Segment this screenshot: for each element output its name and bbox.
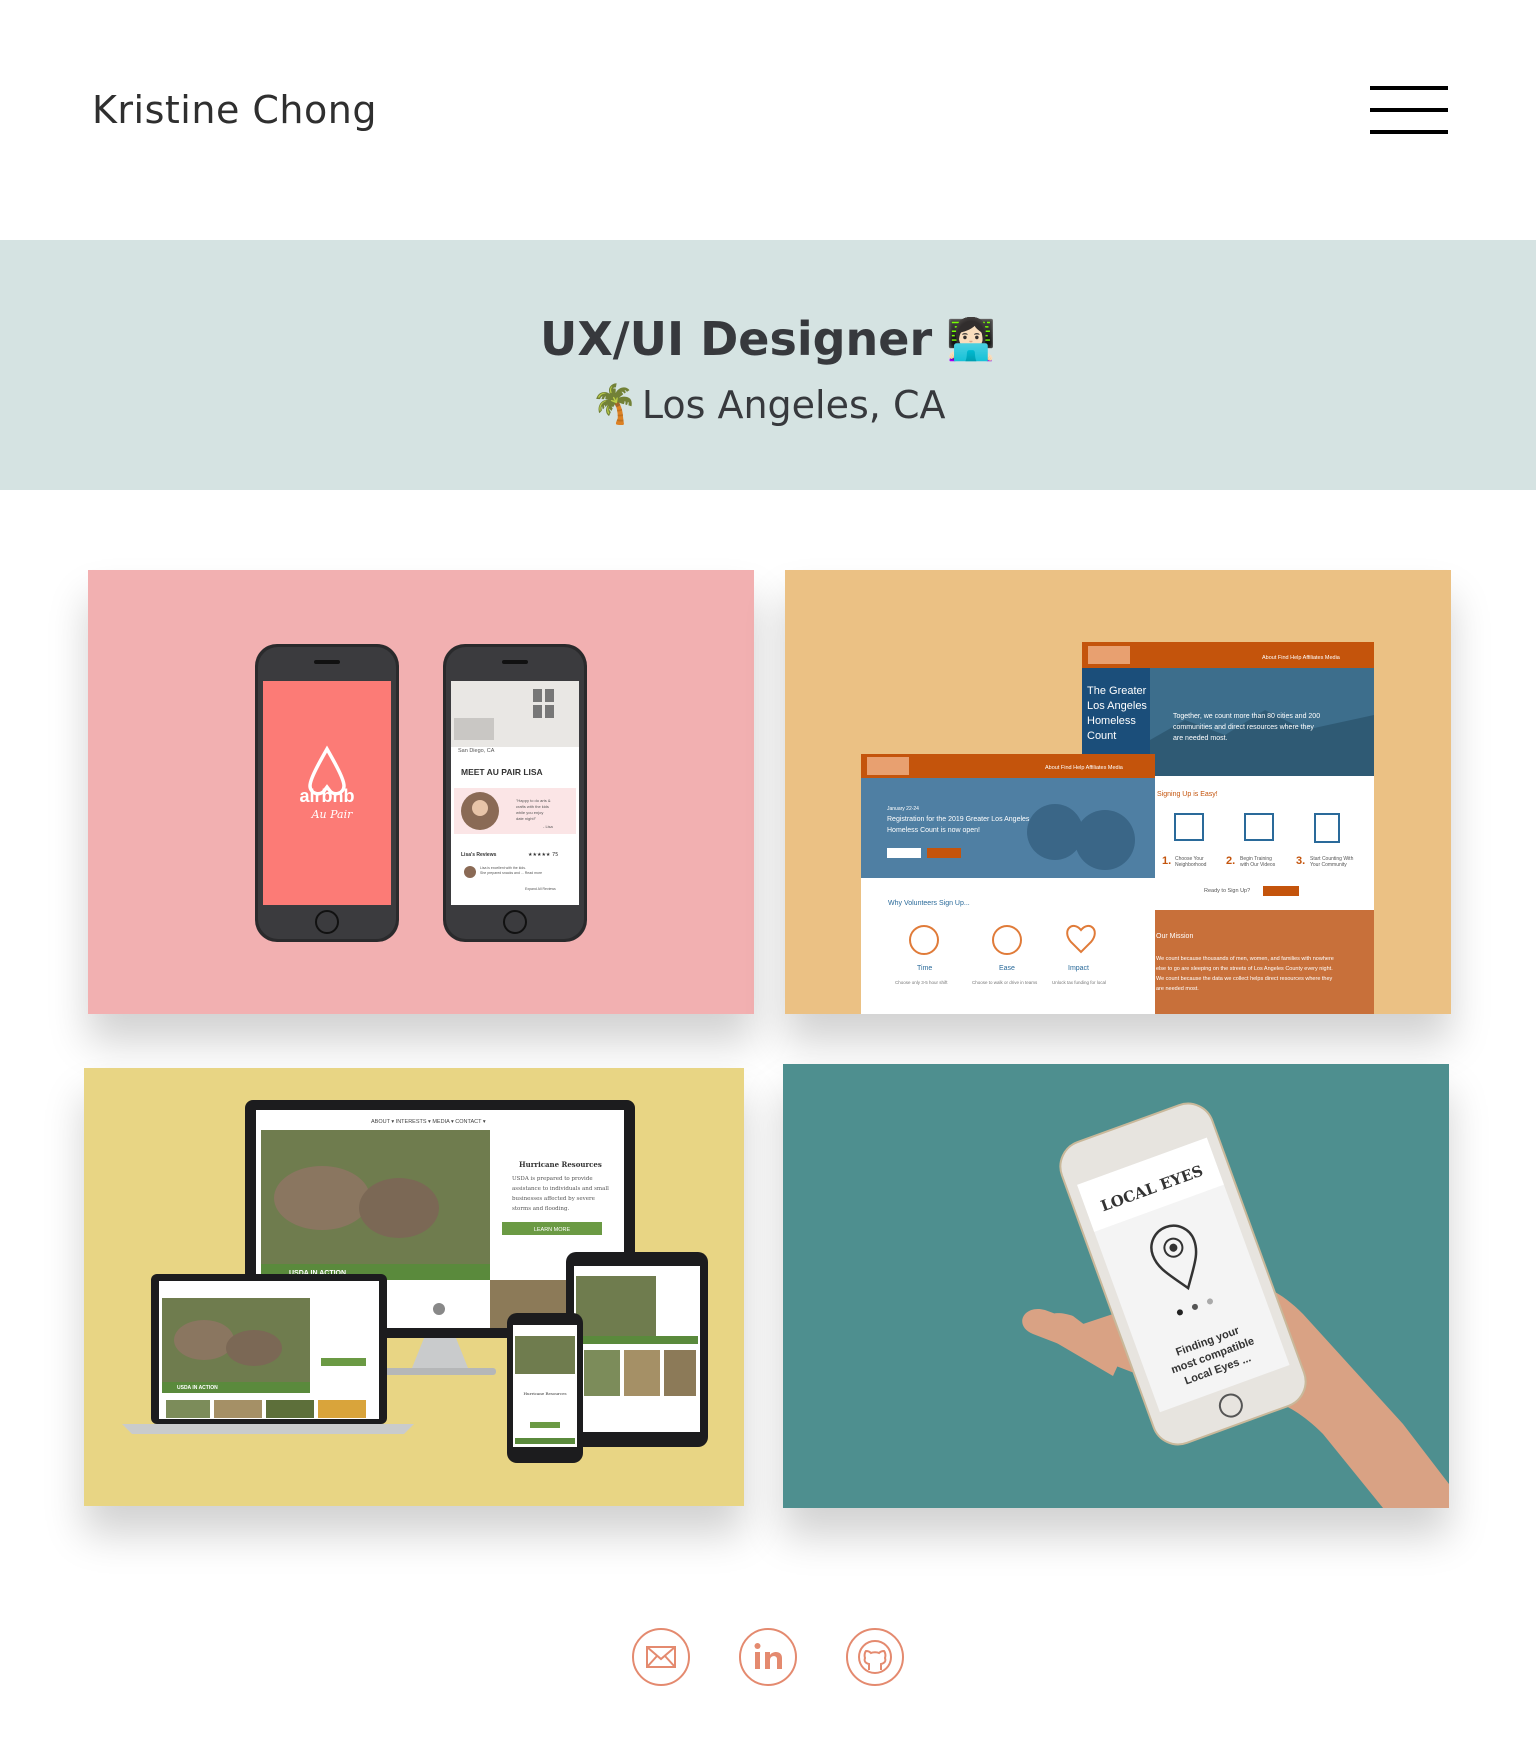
email-icon[interactable]	[632, 1628, 690, 1686]
palm-tree-emoji: 🌴	[590, 382, 638, 426]
linkedin-icon[interactable]	[739, 1628, 797, 1686]
lahsa-front-page: About Find Help Affiliates Media January…	[861, 754, 1155, 1014]
site-header: Kristine Chong	[0, 0, 1536, 240]
svg-text:Ease: Ease	[999, 965, 1015, 972]
project-card-usda[interactable]: ABOUT ▾ INTERESTS ▾ MEDIA ▾ CONTACT ▾ US…	[84, 1068, 744, 1506]
svg-text:else to go are sleeping on the: else to go are sleeping on the streets o…	[1156, 966, 1333, 972]
svg-text:are needed most.: are needed most.	[1156, 986, 1199, 992]
svg-text:LEARN MORE: LEARN MORE	[534, 1227, 571, 1233]
phone-splash: airbnb Au Pair	[255, 644, 399, 942]
svg-text:Signing Up is Easy!: Signing Up is Easy!	[1157, 791, 1218, 798]
project-card-localeyes[interactable]: LOCAL EYES Finding your most compatible …	[783, 1064, 1449, 1508]
airbnb-bg	[88, 570, 754, 1014]
svg-text:Time: Time	[917, 965, 932, 972]
svg-text:Your Community: Your Community	[1310, 862, 1347, 868]
svg-text:Impact: Impact	[1068, 965, 1089, 972]
svg-text:Unlock tax funding for local: Unlock tax funding for local	[1052, 980, 1106, 985]
svg-text:Lisa is excellent with the kid: Lisa is excellent with the kids.	[480, 866, 526, 870]
svg-text:"Happy to do arts &: "Happy to do arts &	[516, 798, 551, 803]
hero-title: UX/UI Designer	[539, 312, 933, 366]
phone-profile: San Diego, CA MEET AU PAIR LISA "Happy t…	[443, 644, 587, 942]
svg-text:San Diego, CA: San Diego, CA	[458, 748, 495, 754]
svg-text:Ready to Sign Up?: Ready to Sign Up?	[1204, 888, 1250, 894]
profile-title: MEET AU PAIR LISA	[461, 767, 543, 777]
svg-text:January 22-24: January 22-24	[887, 806, 919, 812]
hero-location-row: 🌴 Los Angeles, CA	[0, 382, 1536, 427]
svg-text:assistance to individuals and: assistance to individuals and small	[512, 1186, 609, 1192]
svg-text:while you enjoy: while you enjoy	[516, 810, 543, 815]
airbnb-logo-sub: Au Pair	[311, 808, 354, 821]
svg-text:businesses affected by severe: businesses affected by severe	[512, 1196, 595, 1202]
svg-text:1.: 1.	[1162, 855, 1171, 867]
svg-text:storms and flooding.: storms and flooding.	[512, 1206, 569, 1212]
svg-text:crafts with the kids: crafts with the kids	[516, 804, 549, 809]
usda-phone: Hurricane Resources	[507, 1313, 583, 1463]
svg-text:Together, we count more than 8: Together, we count more than 80 cities a…	[1173, 713, 1320, 720]
svg-text:Expand All Reviews: Expand All Reviews	[525, 887, 556, 891]
svg-text:We count because the data we c: We count because the data we collect hel…	[1156, 976, 1333, 982]
project-card-airbnb[interactable]: airbnb Au Pair San Diego, CA MEET AU PAI…	[88, 570, 754, 1014]
svg-text:USDA IN ACTION: USDA IN ACTION	[177, 1385, 218, 1391]
site-brand[interactable]: Kristine Chong	[92, 88, 377, 132]
airbnb-mockup: airbnb Au Pair San Diego, CA MEET AU PAI…	[88, 570, 754, 1014]
lahsa-mockup: About Find Help Affiliates Media The Gre…	[785, 570, 1451, 1014]
project-card-lahsa[interactable]: About Find Help Affiliates Media The Gre…	[785, 570, 1451, 1014]
svg-text:Homeless: Homeless	[1087, 715, 1136, 727]
svg-text:Hurricane Resources: Hurricane Resources	[519, 1160, 602, 1169]
technologist-emoji: 👩🏻‍💻	[946, 316, 996, 363]
svg-text:Neighborhood: Neighborhood	[1175, 862, 1207, 868]
svg-text:communities and direct resourc: communities and direct resources where t…	[1173, 724, 1314, 731]
svg-text:Lisa's Reviews: Lisa's Reviews	[461, 852, 497, 858]
svg-text:3.: 3.	[1296, 855, 1305, 867]
svg-text:Our Mission: Our Mission	[1156, 933, 1193, 940]
svg-text:- Lisa: - Lisa	[543, 824, 554, 829]
svg-text:We count because thousands of: We count because thousands of men, women…	[1156, 956, 1334, 962]
svg-text:ABOUT ▾ INTERESTS ▾ MEDIA: ABOUT ▾ INTERESTS ▾ MEDIA ▾ CONTACT ▾	[371, 1119, 486, 1125]
svg-text:USDA is prepared to provide: USDA is prepared to provide	[512, 1176, 593, 1182]
hero-title-row: UX/UI Designer 👩🏻‍💻	[0, 312, 1536, 366]
localeyes-mockup: LOCAL EYES Finding your most compatible …	[783, 1064, 1449, 1508]
svg-text:Choose to walk or drive in tea: Choose to walk or drive in teams	[972, 980, 1038, 985]
usda-laptop: USDA IN ACTION	[122, 1274, 414, 1434]
svg-text:About Find Help Affiliates: About Find Help Affiliates Media	[1045, 765, 1124, 771]
airbnb-logo-text: airbnb	[299, 786, 354, 806]
svg-text:Registration for the 2019 Grea: Registration for the 2019 Greater Los An…	[887, 816, 1030, 823]
hamburger-menu-icon[interactable]	[1370, 86, 1448, 138]
svg-text:She prepared snacks and ... Re: She prepared snacks and ... Read more	[480, 871, 542, 875]
svg-text:Los Angeles: Los Angeles	[1087, 700, 1147, 712]
svg-text:Hurricane Resources: Hurricane Resources	[524, 1391, 567, 1396]
svg-text:About Find Help Affiliates: About Find Help Affiliates Media	[1262, 655, 1341, 661]
svg-text:Homeless Count is now open!: Homeless Count is now open!	[887, 827, 980, 834]
svg-text:Count: Count	[1087, 730, 1116, 742]
svg-text:with Our Videos: with Our Videos	[1240, 862, 1276, 868]
svg-text:are needed most.: are needed most.	[1173, 735, 1228, 742]
svg-text:date night!": date night!"	[516, 816, 537, 821]
hero-banner: UX/UI Designer 👩🏻‍💻 🌴 Los Angeles, CA	[0, 240, 1536, 490]
svg-text:The Greater: The Greater	[1087, 685, 1147, 697]
svg-text:Choose only 3-5 hour shift: Choose only 3-5 hour shift	[895, 980, 948, 985]
svg-text:★★★★★ 75: ★★★★★ 75	[528, 852, 558, 858]
usda-tablet	[566, 1252, 708, 1447]
github-icon[interactable]	[846, 1628, 904, 1686]
svg-text:Why Volunteers Sign Up...: Why Volunteers Sign Up...	[888, 900, 970, 907]
svg-text:2.: 2.	[1226, 855, 1235, 867]
usda-mockup: ABOUT ▾ INTERESTS ▾ MEDIA ▾ CONTACT ▾ US…	[84, 1068, 744, 1506]
hero-location: Los Angeles, CA	[641, 382, 946, 427]
